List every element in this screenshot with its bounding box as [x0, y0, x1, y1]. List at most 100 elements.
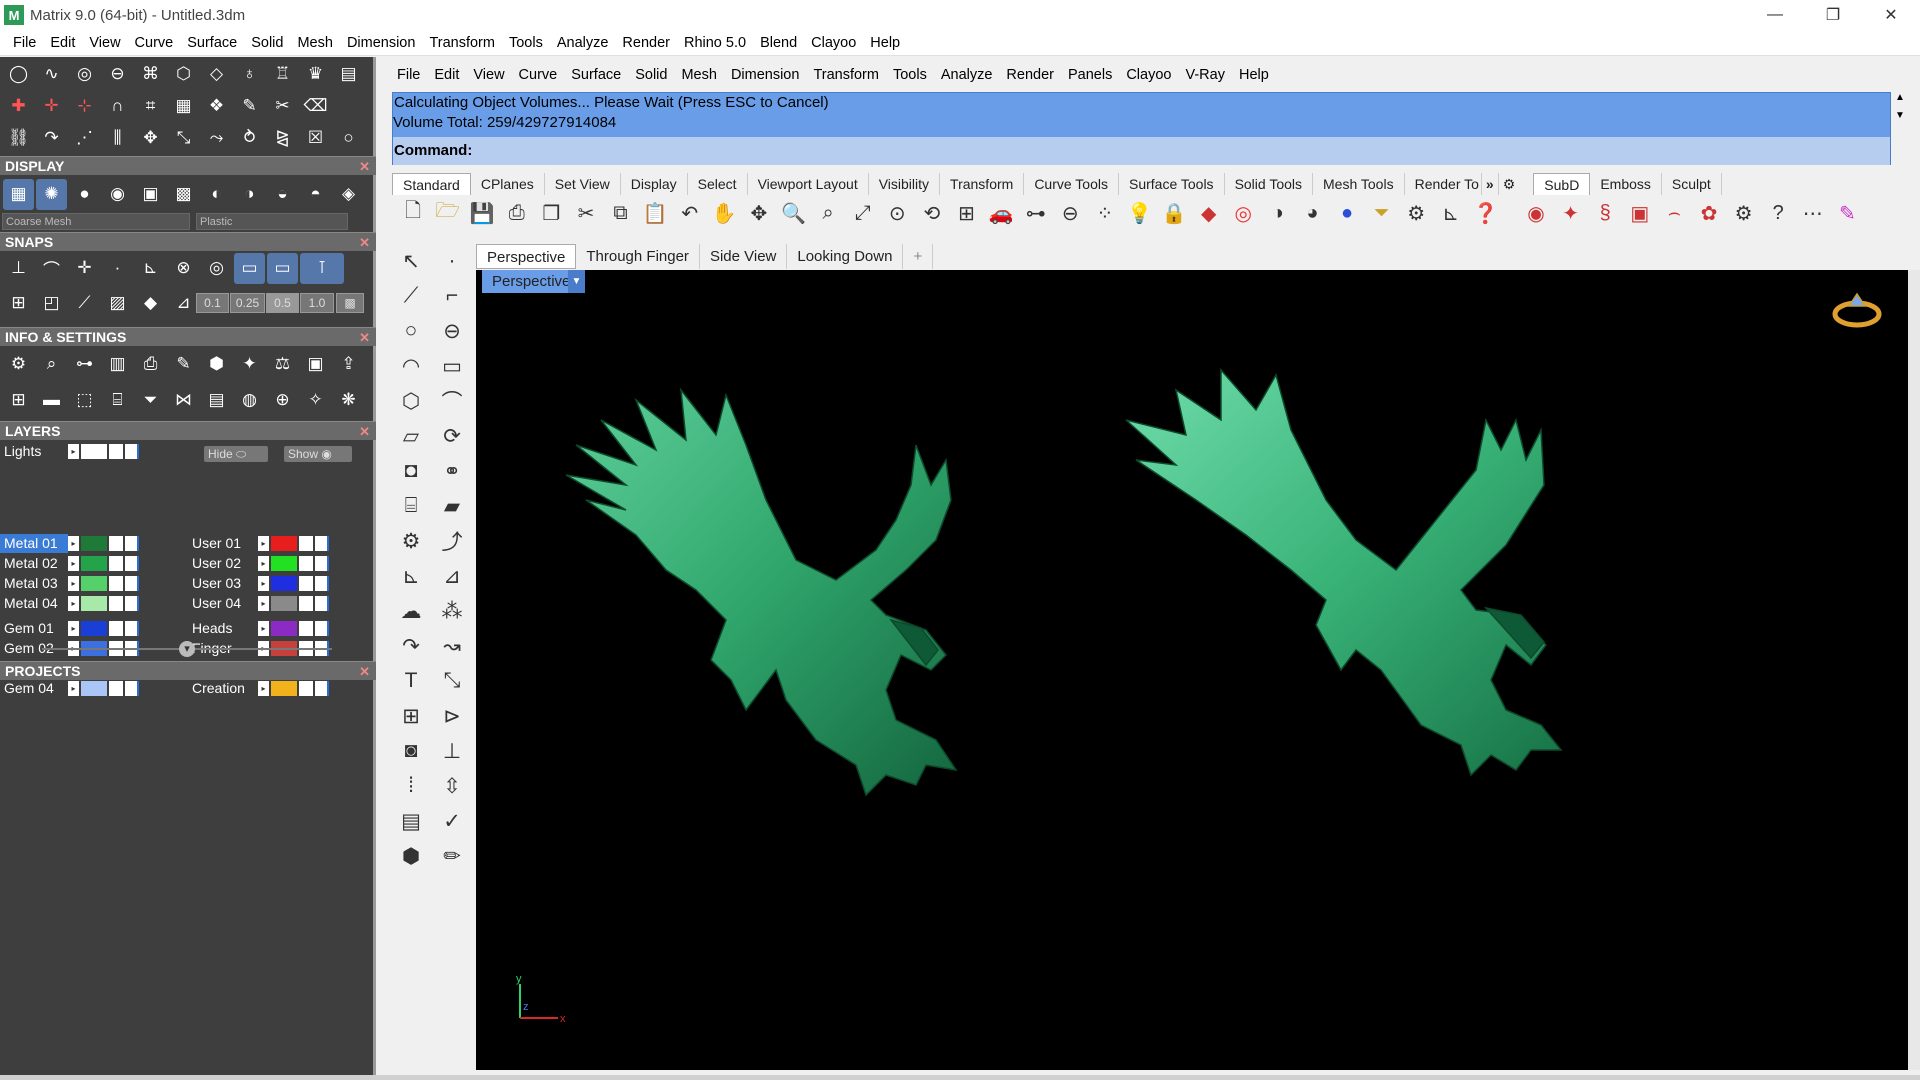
box-icon[interactable]: ◘ — [394, 455, 428, 487]
rhino-menu-vray[interactable]: V-Ray — [1178, 67, 1232, 83]
menu-edit[interactable]: Edit — [43, 35, 82, 51]
layer-color[interactable] — [271, 621, 297, 636]
tab-subd[interactable]: SubD — [1533, 173, 1591, 195]
line-icon[interactable]: ⟋ — [69, 288, 100, 319]
expand-icon[interactable]: ▸ — [258, 536, 269, 551]
command-scrollbar[interactable]: ▲ ▼ — [1891, 92, 1909, 165]
tab-viewport-layout[interactable]: Viewport Layout — [748, 173, 869, 195]
settings-icon[interactable]: ⚙ — [3, 349, 34, 380]
light-bulb-icon[interactable]: 💡 — [1124, 198, 1154, 228]
snap-quad-icon[interactable]: ▭ — [267, 252, 298, 284]
ellipse-icon[interactable]: ⊖ — [435, 315, 469, 347]
menu-help[interactable]: Help — [863, 35, 907, 51]
filter-icon[interactable]: ⏷ — [135, 385, 166, 416]
rhino-menu-solid[interactable]: Solid — [628, 67, 674, 83]
paste-icon[interactable]: 📋 — [640, 198, 670, 228]
layer-row[interactable]: Heads ▸ — [188, 619, 331, 638]
curve-tool-icon[interactable]: ∿ — [36, 59, 67, 90]
mesh-icon[interactable]: ⬢ — [394, 840, 428, 872]
arc-icon[interactable]: ∩ — [102, 91, 133, 122]
window-icon[interactable]: ▬ — [36, 385, 67, 416]
projects-section-header[interactable]: PROJECTS ✕ — [0, 661, 376, 680]
pave-icon[interactable]: ❋ — [333, 385, 364, 416]
snap-value-3[interactable]: 1.0 — [300, 293, 334, 313]
layer-row[interactable]: Gem 04 ▸ — [0, 679, 141, 698]
rendered-icon[interactable]: ◉ — [102, 179, 133, 210]
scale-icon[interactable]: ⤡ — [435, 665, 469, 697]
rhino-menu-file[interactable]: File — [390, 67, 427, 83]
band-tool-icon[interactable]: ⊖ — [102, 59, 133, 90]
surface-icon[interactable]: ▱ — [394, 420, 428, 452]
rhino-menu-mesh[interactable]: Mesh — [674, 67, 723, 83]
layer-color[interactable] — [81, 621, 107, 636]
tab-looking-down[interactable]: Looking Down — [787, 244, 904, 269]
bezel-tool-icon[interactable]: ⬡ — [168, 59, 199, 90]
insert-point-icon[interactable]: ✛ — [36, 91, 67, 122]
menu-rhino5[interactable]: Rhino 5.0 — [677, 35, 753, 51]
layer-row[interactable]: Metal 01 ▸ — [0, 534, 141, 553]
panel-toggle-icon[interactable]: ▤ — [333, 59, 364, 90]
arc-icon[interactable]: ◠ — [394, 350, 428, 382]
layer-row[interactable]: Metal 02 ▸ — [0, 554, 141, 573]
four-view-icon[interactable]: ⊞ — [952, 198, 982, 228]
shaded-icon[interactable]: ● — [69, 179, 100, 210]
menu-surface[interactable]: Surface — [180, 35, 244, 51]
layer-color[interactable] — [271, 536, 297, 551]
help-icon[interactable]: ❓ — [1470, 198, 1500, 228]
snaps-section-header[interactable]: SNAPS ✕ — [0, 232, 376, 251]
polygon-icon[interactable]: ⬡ — [394, 385, 428, 417]
zoom-extents-icon[interactable]: ⤢ — [848, 198, 878, 228]
cube-icon[interactable]: ◰ — [36, 288, 67, 319]
close-icon[interactable]: ✕ — [359, 233, 370, 252]
export-icon[interactable]: ⇪ — [333, 349, 364, 380]
cluster-icon[interactable]: ✧ — [300, 385, 331, 416]
lock-icon[interactable] — [299, 556, 313, 571]
maximize-button[interactable]: ❐ — [1804, 0, 1862, 30]
gem-report-icon[interactable]: ⬢ — [201, 349, 232, 380]
snap-value-1[interactable]: 0.25 — [230, 293, 265, 313]
lock-icon[interactable] — [109, 576, 123, 591]
material-dropdown[interactable]: Plastic — [196, 213, 348, 230]
cut-icon[interactable]: ✂ — [571, 198, 601, 228]
rhino-menu-analyze[interactable]: Analyze — [934, 67, 1000, 83]
layer-color[interactable] — [271, 681, 297, 696]
close-icon[interactable]: ✕ — [359, 328, 370, 347]
light-icon[interactable]: ✺ — [36, 178, 67, 210]
layers-section-header[interactable]: LAYERS ✕ — [0, 421, 376, 440]
scroll-down-icon[interactable]: ▼ — [1891, 110, 1909, 128]
subd-settings-icon[interactable]: ⚙ — [1729, 198, 1759, 228]
tab-emboss[interactable]: Emboss — [1590, 173, 1662, 195]
rhino-menu-view[interactable]: View — [466, 67, 511, 83]
grid-hatch-icon[interactable]: ▩ — [336, 293, 364, 313]
grid-snap-icon[interactable]: ⊞ — [3, 288, 34, 319]
head-tool-icon[interactable]: ♖ — [267, 59, 298, 90]
zoom-icon[interactable]: 🔍 — [779, 198, 809, 228]
eraser-icon[interactable]: ⌫ — [300, 91, 331, 122]
options-gear-icon[interactable]: ⚙ — [1401, 198, 1431, 228]
print-icon[interactable]: ⎙ — [135, 349, 166, 380]
color-wheel-icon[interactable]: ◎ — [1228, 198, 1258, 228]
expand-icon[interactable]: ▸ — [258, 556, 269, 571]
info-card-icon[interactable]: ▣ — [300, 349, 331, 380]
tab-surface-tools[interactable]: Surface Tools — [1119, 173, 1225, 195]
lock-icon[interactable] — [299, 681, 313, 696]
layer-row[interactable]: User 03 ▸ — [188, 574, 331, 593]
save-icon[interactable]: 💾 — [467, 198, 497, 228]
menu-solid[interactable]: Solid — [244, 35, 290, 51]
text-icon[interactable]: T — [394, 665, 428, 697]
viewport-menu-chevron-down-icon[interactable]: ▼ — [568, 270, 585, 293]
tab-solid-tools[interactable]: Solid Tools — [1225, 173, 1314, 195]
layer-color[interactable] — [81, 596, 107, 611]
pan-hand-icon[interactable]: ✋ — [709, 198, 739, 228]
visibility-icon[interactable] — [315, 621, 329, 636]
snap-int-icon[interactable]: ⊗ — [168, 253, 199, 284]
close-icon[interactable]: ✕ — [359, 157, 370, 176]
pattern-icon[interactable]: ❖ — [201, 91, 232, 122]
emboss-icon[interactable]: ✦ — [1556, 198, 1586, 228]
pencil-icon[interactable]: ✎ — [234, 91, 265, 122]
visibility-icon[interactable] — [315, 596, 329, 611]
hide-toggle[interactable]: Hide ⬭ — [204, 446, 268, 462]
render-icon[interactable]: ◕ — [1297, 198, 1327, 228]
close-button[interactable]: ✕ — [1862, 0, 1920, 30]
bend-icon[interactable]: ↷ — [36, 123, 67, 154]
